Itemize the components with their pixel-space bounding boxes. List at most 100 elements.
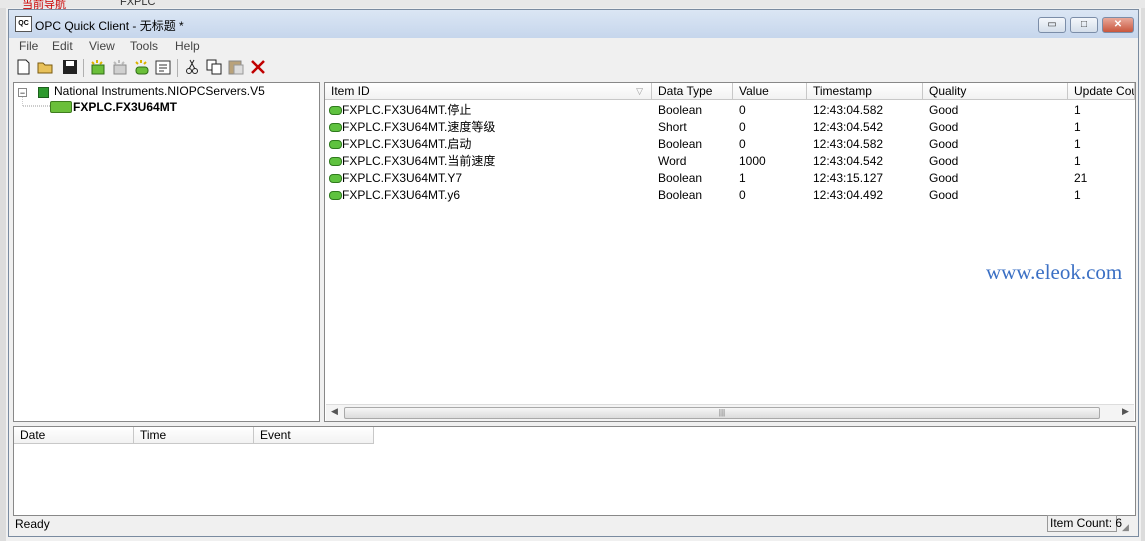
table-cell: 0 (739, 137, 746, 151)
opc-server-icon (38, 87, 49, 98)
opc-tag-icon (329, 191, 342, 200)
title-bar[interactable]: QC OPC Quick Client - 无标题 * ▭ □ ✕ (9, 10, 1138, 38)
table-cell: Boolean (658, 188, 703, 202)
delete-icon[interactable] (249, 59, 266, 76)
tree-collapse-toggle[interactable]: − (18, 88, 27, 98)
status-bar: Ready Item Count: 6 ◢ (9, 514, 1138, 536)
table-cell: FXPLC.FX3U64MT.当前速度 (342, 154, 496, 168)
app-icon: QC (15, 16, 32, 32)
table-cell: Word (658, 154, 687, 168)
table-cell: 0 (739, 120, 746, 134)
table-cell: 12:43:15.127 (813, 171, 884, 185)
table-cell: 12:43:04.582 (813, 137, 884, 151)
table-cell: 1 (1074, 188, 1081, 202)
horizontal-scrollbar[interactable]: ◀ ||| ▶ (326, 404, 1134, 421)
watermark-text: www.eleok.com (986, 260, 1123, 284)
column-header-event[interactable]: Event (254, 427, 374, 444)
open-folder-icon[interactable] (37, 59, 54, 76)
new-item-icon[interactable] (133, 59, 150, 76)
group-folder-icon (50, 101, 72, 113)
resize-grip-icon[interactable]: ◢ (1122, 522, 1129, 533)
status-text: Ready (15, 517, 50, 531)
item-count-panel: Item Count: 6 (1047, 515, 1122, 532)
new-file-icon[interactable] (15, 59, 32, 76)
table-cell: Boolean (658, 103, 703, 117)
item-list-pane: Item ID ▽ Data Type Value Timestamp Qual… (324, 82, 1136, 422)
scrollbar-thumb[interactable]: ||| (344, 407, 1100, 419)
server-tree-pane: − National Instruments.NIOPCServers.V5 F… (13, 82, 320, 422)
tree-group-node[interactable]: FXPLC.FX3U64MT (73, 100, 177, 114)
column-header-timestamp[interactable]: Timestamp (807, 83, 923, 100)
close-button[interactable]: ✕ (1102, 17, 1134, 33)
window-title: OPC Quick Client - 无标题 * (35, 19, 184, 33)
save-disk-icon[interactable] (61, 59, 78, 76)
table-cell: Good (929, 120, 959, 134)
table-cell: Good (929, 188, 959, 202)
background-app-strip: 当前导航 FXPLC (0, 0, 1145, 11)
tree-connector-lines (22, 97, 50, 107)
menu-tools[interactable]: Tools (130, 39, 158, 53)
background-tab-text: FXPLC (120, 0, 156, 8)
copy-icon[interactable] (205, 59, 222, 76)
minimize-button[interactable]: ▭ (1038, 17, 1066, 33)
column-header-item-id[interactable]: Item ID ▽ (325, 83, 652, 100)
table-cell: Good (929, 103, 959, 117)
table-row[interactable]: FXPLC.FX3U64MT.y6 Boolean 0 12:43:04.492 Goo… (325, 187, 1135, 204)
column-header-quality[interactable]: Quality (923, 83, 1068, 100)
menu-help[interactable]: Help (175, 39, 200, 53)
table-cell: 1 (1074, 120, 1081, 134)
column-header-date[interactable]: Date (14, 427, 134, 444)
toolbar (9, 56, 1138, 80)
table-cell: 0 (739, 103, 746, 117)
background-app-edge (0, 8, 6, 541)
opc-tag-icon (329, 140, 342, 149)
menu-view[interactable]: View (89, 39, 115, 53)
scroll-right-arrow-icon[interactable]: ▶ (1122, 406, 1129, 417)
table-cell: Short (658, 120, 687, 134)
menu-bar: File Edit View Tools Help (9, 38, 1138, 56)
table-cell: FXPLC.FX3U64MT.启动 (342, 137, 472, 151)
column-header-data-type[interactable]: Data Type (652, 83, 733, 100)
table-cell: 1 (1074, 137, 1081, 151)
table-cell: 12:43:04.492 (813, 188, 884, 202)
table-cell: FXPLC.FX3U64MT.停止 (342, 103, 472, 117)
table-cell: 1 (1074, 154, 1081, 168)
table-row[interactable]: FXPLC.FX3U64MT.启动 Boolean 0 12:43:04.582 Goo… (325, 136, 1135, 153)
scroll-left-arrow-icon[interactable]: ◀ (331, 406, 338, 417)
event-log-pane: Date Time Event (13, 426, 1136, 516)
opc-quick-client-window: QC OPC Quick Client - 无标题 * ▭ □ ✕ File E… (8, 9, 1139, 537)
table-cell: Good (929, 154, 959, 168)
cut-icon[interactable] (183, 59, 200, 76)
new-server-icon[interactable] (89, 59, 106, 76)
opc-tag-icon (329, 174, 342, 183)
paste-icon[interactable] (227, 59, 244, 76)
column-header-label: Item ID (331, 84, 370, 98)
column-header-update-count[interactable]: Update Count (1068, 83, 1135, 100)
opc-tag-icon (329, 106, 342, 115)
opc-tag-icon (329, 157, 342, 166)
menu-file[interactable]: File (19, 39, 38, 53)
table-cell: Good (929, 171, 959, 185)
table-row[interactable]: FXPLC.FX3U64MT.速度等级 Short 0 12:43:04.542 Goo… (325, 119, 1135, 136)
new-group-icon[interactable] (111, 59, 128, 76)
toolbar-separator (83, 59, 84, 77)
table-cell: 0 (739, 188, 746, 202)
table-cell: FXPLC.FX3U64MT.速度等级 (342, 120, 496, 134)
table-cell: Boolean (658, 137, 703, 151)
table-row[interactable]: FXPLC.FX3U64MT.Y7 Boolean 1 12:43:15.127 Goo… (325, 170, 1135, 187)
column-header-value[interactable]: Value (733, 83, 807, 100)
tree-server-node[interactable]: National Instruments.NIOPCServers.V5 (54, 84, 265, 98)
properties-icon[interactable] (155, 59, 172, 76)
table-cell: FXPLC.FX3U64MT.Y7 (342, 171, 463, 185)
column-header-time[interactable]: Time (134, 427, 254, 444)
opc-tag-icon (329, 123, 342, 132)
table-row[interactable]: FXPLC.FX3U64MT.停止 Boolean 0 12:43:04.582 Goo… (325, 102, 1135, 119)
maximize-button[interactable]: □ (1070, 17, 1098, 33)
menu-edit[interactable]: Edit (52, 39, 73, 53)
table-cell: 12:43:04.542 (813, 120, 884, 134)
sort-arrow-icon: ▽ (636, 86, 643, 96)
table-cell: 12:43:04.542 (813, 154, 884, 168)
table-cell: Good (929, 137, 959, 151)
table-cell: FXPLC.FX3U64MT.y6 (342, 188, 461, 202)
table-row[interactable]: FXPLC.FX3U64MT.当前速度 Word 1000 12:43:04.542 G… (325, 153, 1135, 170)
